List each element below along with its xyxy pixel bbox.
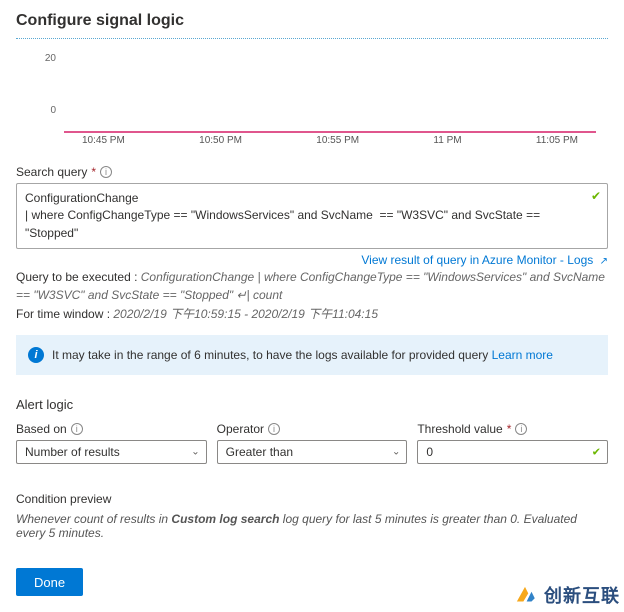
label-text: Based on bbox=[16, 422, 67, 436]
select-value: Number of results bbox=[25, 445, 120, 459]
x-axis: 10:45 PM 10:50 PM 10:55 PM 11 PM 11:05 P… bbox=[64, 135, 596, 155]
cond-bold: Custom log search bbox=[171, 512, 279, 526]
time-window-prefix: For time window : bbox=[16, 307, 113, 321]
search-query-label: Search query * i bbox=[16, 165, 608, 179]
condition-preview-heading: Condition preview bbox=[16, 492, 608, 506]
done-button[interactable]: Done bbox=[16, 568, 83, 596]
input-value: 0 bbox=[426, 445, 433, 459]
cond-prefix: Whenever count of results in bbox=[16, 512, 171, 526]
page-title: Configure signal logic bbox=[16, 12, 608, 30]
time-window: For time window : 2020/2/19 下午10:59:15 -… bbox=[16, 306, 608, 323]
label-text: Search query bbox=[16, 165, 87, 179]
chart-line bbox=[64, 131, 596, 133]
info-banner-text: It may take in the range of 6 minutes, t… bbox=[52, 348, 488, 362]
learn-more-link[interactable]: Learn more bbox=[492, 348, 553, 362]
x-tick: 10:50 PM bbox=[199, 135, 242, 155]
info-icon[interactable]: i bbox=[71, 423, 83, 435]
x-tick: 11 PM bbox=[433, 135, 461, 155]
view-result-link[interactable]: View result of query in Azure Monitor - … bbox=[361, 253, 608, 267]
alert-logic-heading: Alert logic bbox=[16, 397, 608, 412]
chevron-down-icon: ⌄ bbox=[191, 447, 199, 458]
divider bbox=[16, 38, 608, 39]
info-icon: i bbox=[28, 347, 44, 363]
condition-preview-text: Whenever count of results in Custom log … bbox=[16, 512, 608, 540]
alert-logic-row: Based on i Number of results ⌄ Operator … bbox=[16, 422, 608, 464]
operator-label: Operator i bbox=[217, 422, 408, 436]
link-text: View result of query in Azure Monitor - … bbox=[361, 253, 593, 267]
threshold-input[interactable]: 0 ✔ bbox=[417, 440, 608, 464]
query-text: ConfigurationChange | where ConfigChange… bbox=[25, 191, 543, 240]
y-tick: 20 bbox=[32, 53, 56, 64]
operator-select[interactable]: Greater than ⌄ bbox=[217, 440, 408, 464]
brand-watermark: 创新互联 bbox=[512, 582, 620, 608]
x-tick: 10:55 PM bbox=[316, 135, 359, 155]
based-on-label: Based on i bbox=[16, 422, 207, 436]
search-query-input[interactable]: ConfigurationChange | where ConfigChange… bbox=[16, 183, 608, 249]
info-icon[interactable]: i bbox=[268, 423, 280, 435]
info-icon[interactable]: i bbox=[515, 423, 527, 435]
chevron-down-icon: ⌄ bbox=[392, 447, 400, 458]
valid-check-icon: ✔ bbox=[592, 446, 601, 459]
chart: 20 0 10:45 PM 10:50 PM 10:55 PM 11 PM 11… bbox=[28, 45, 596, 155]
brand-text: 创新互联 bbox=[544, 582, 620, 608]
brand-logo-icon bbox=[512, 582, 538, 608]
required-star-icon: * bbox=[507, 422, 512, 436]
valid-check-icon: ✔ bbox=[591, 188, 601, 205]
exec-prefix: Query to be executed : bbox=[16, 270, 141, 284]
info-icon[interactable]: i bbox=[100, 166, 112, 178]
x-tick: 10:45 PM bbox=[82, 135, 125, 155]
plot-area bbox=[64, 45, 596, 133]
x-tick: 11:05 PM bbox=[536, 135, 578, 155]
select-value: Greater than bbox=[226, 445, 293, 459]
time-window-value: 2020/2/19 下午10:59:15 - 2020/2/19 下午11:04… bbox=[113, 307, 378, 321]
query-to-execute: Query to be executed : ConfigurationChan… bbox=[16, 269, 608, 304]
threshold-label: Threshold value * i bbox=[417, 422, 608, 436]
based-on-select[interactable]: Number of results ⌄ bbox=[16, 440, 207, 464]
label-text: Operator bbox=[217, 422, 264, 436]
required-star-icon: * bbox=[91, 165, 96, 179]
y-tick: 0 bbox=[32, 105, 56, 116]
external-link-icon: ↗ bbox=[600, 256, 608, 267]
info-banner: i It may take in the range of 6 minutes,… bbox=[16, 335, 608, 375]
label-text: Threshold value bbox=[417, 422, 502, 436]
